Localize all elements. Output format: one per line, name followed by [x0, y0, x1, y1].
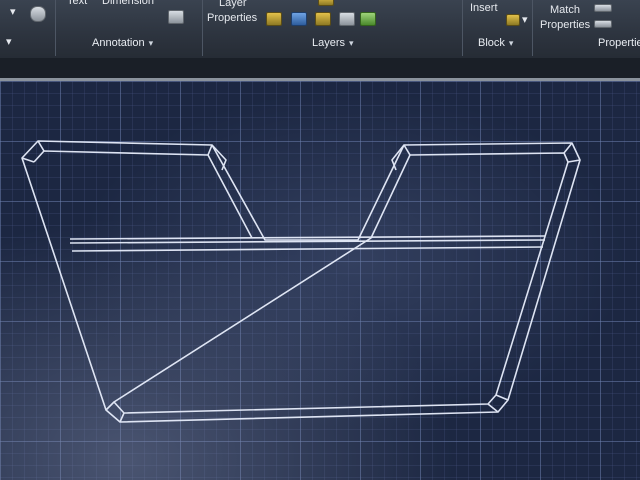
panel-separator	[55, 0, 56, 56]
shelf-line-bottom	[71, 246, 544, 252]
cad-drawing	[21, 140, 581, 423]
panel-separator	[202, 0, 203, 56]
layer-state-icon[interactable]	[318, 0, 334, 6]
layers-panel-label: Layers	[312, 37, 346, 49]
panel-separator	[462, 0, 463, 56]
block-tool-chevron[interactable]: ▾	[522, 14, 528, 27]
chevron-down-icon: ▾	[349, 38, 354, 48]
properties-panel-title[interactable]: Properties	[598, 34, 640, 52]
annotation-panel-label: Annotation	[92, 37, 145, 49]
table-icon[interactable]	[168, 10, 184, 24]
panel-separator	[532, 0, 533, 56]
drawing-viewport[interactable]	[0, 81, 640, 480]
small-chevron[interactable]: ▾	[10, 6, 16, 19]
layer-properties-button-line1[interactable]: Layer	[219, 0, 247, 10]
layers-panel-title[interactable]: Layers ▾	[312, 34, 354, 52]
layer-properties-button-line2[interactable]: Properties	[207, 12, 257, 25]
shelf-line-top	[69, 235, 546, 240]
lineweight-icon[interactable]	[594, 4, 612, 12]
layer-freeze-icon[interactable]	[315, 12, 331, 26]
ribbon-bottom-strip	[0, 58, 640, 80]
block-panel-title[interactable]: Block ▾	[478, 34, 513, 52]
layer-off-icon[interactable]	[266, 12, 282, 26]
outer-outline	[21, 140, 581, 423]
linetype-icon[interactable]	[594, 20, 612, 28]
layer-isolate-icon[interactable]	[291, 12, 307, 26]
layer-lock-icon[interactable]	[339, 12, 355, 26]
ribbon: ▾ ▾ Text Dimension Annotation ▾ Layer Pro…	[0, 0, 640, 59]
match-properties-button-line2[interactable]: Properties	[540, 19, 590, 32]
chamfer-top-right	[391, 142, 581, 171]
arc-tool-icon[interactable]	[30, 6, 46, 22]
block-editor-icon[interactable]	[506, 14, 520, 26]
dimension-button[interactable]: Dimension	[102, 0, 154, 8]
annotation-panel-title[interactable]: Annotation ▾	[92, 34, 153, 52]
layer-match-icon[interactable]	[360, 12, 376, 26]
block-panel-label: Block	[478, 37, 505, 49]
chevron-down-icon: ▾	[508, 38, 514, 48]
properties-panel-label: Properties	[598, 37, 640, 49]
chevron-down-icon: ▾	[148, 38, 154, 48]
match-properties-button-line1[interactable]: Match	[550, 4, 580, 17]
inner-outline	[33, 150, 569, 414]
left-dropdown-chevron[interactable]: ▾	[6, 36, 12, 49]
text-button[interactable]: Text	[67, 0, 87, 8]
insert-button[interactable]: Insert	[470, 2, 498, 15]
